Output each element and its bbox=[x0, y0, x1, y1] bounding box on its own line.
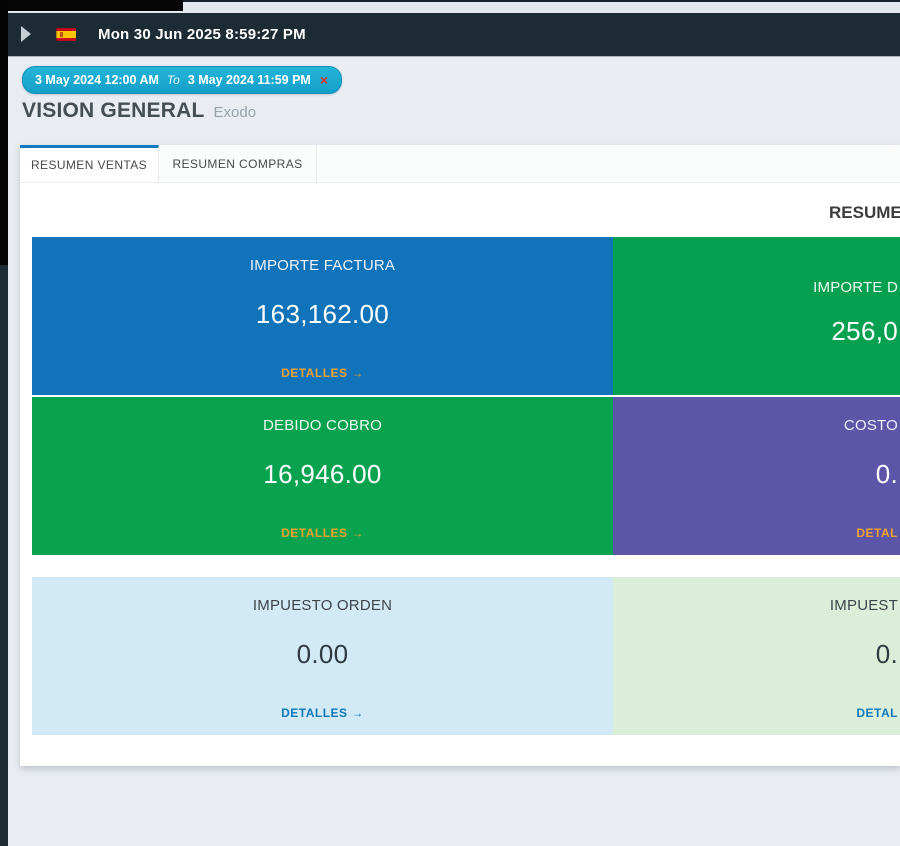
section-heading: RESUMEN bbox=[829, 203, 900, 223]
kpi-title: IMPORTE D bbox=[613, 279, 900, 296]
kpi-title: COSTO bbox=[613, 417, 900, 434]
kpi-title: IMPUESTO ORDEN bbox=[32, 597, 613, 614]
date-range-filter[interactable]: 3 May 2024 12:00 AM To 3 May 2024 11:59 … bbox=[22, 66, 342, 94]
page-subtitle: Exodo bbox=[214, 104, 257, 121]
kpi-value: 16,946.00 bbox=[32, 459, 613, 490]
filter-close-icon[interactable]: × bbox=[320, 73, 328, 87]
tab-resumen-compras[interactable]: RESUMEN COMPRAS bbox=[159, 145, 317, 182]
top-left-black-block bbox=[0, 0, 183, 11]
kpi-card-costo: COSTO 0. DETAL bbox=[613, 397, 900, 555]
kpi-details-link[interactable]: DETALLES → bbox=[32, 526, 613, 540]
navbar-datetime: Mon 30 Jun 2025 8:59:27 PM bbox=[98, 26, 306, 43]
filter-from-date: 3 May 2024 12:00 AM bbox=[35, 73, 159, 87]
kpi-title: IMPORTE FACTURA bbox=[32, 257, 613, 274]
kpi-value: 163,162.00 bbox=[32, 299, 613, 330]
page-header: VISION GENERAL Exodo bbox=[22, 99, 256, 123]
filter-to-label: To bbox=[167, 73, 180, 87]
kpi-value: 256,0 bbox=[613, 316, 900, 347]
kpi-title: DEBIDO COBRO bbox=[32, 417, 613, 434]
kpi-details-link[interactable]: DETALLES → bbox=[32, 366, 613, 380]
screen: Mon 30 Jun 2025 8:59:27 PM 3 May 2024 12… bbox=[0, 0, 900, 846]
kpi-value: 0. bbox=[613, 639, 900, 670]
kpi-title: IMPUEST bbox=[613, 597, 900, 614]
spain-flag-icon[interactable] bbox=[56, 28, 76, 41]
kpi-card-impuesto-orden: IMPUESTO ORDEN 0.00 DETALLES → bbox=[32, 577, 613, 735]
tab-resumen-ventas[interactable]: RESUMEN VENTAS bbox=[20, 145, 159, 182]
kpi-details-link[interactable]: DETAL bbox=[613, 526, 900, 540]
kpi-card-debido-cobro: DEBIDO COBRO 16,946.00 DETALLES → bbox=[32, 397, 613, 555]
kpi-card-impuesto: IMPUEST 0. DETAL bbox=[613, 577, 900, 735]
sidebar-expand-icon[interactable] bbox=[21, 26, 31, 42]
page-title: VISION GENERAL bbox=[22, 99, 205, 122]
left-edge-strip-top bbox=[0, 0, 8, 265]
filter-to-date: 3 May 2024 11:59 PM bbox=[188, 73, 311, 87]
kpi-card-importe-factura: IMPORTE FACTURA 163,162.00 DETALLES → bbox=[32, 237, 613, 395]
tab-bar: RESUMEN VENTAS RESUMEN COMPRAS bbox=[20, 145, 900, 183]
kpi-value: 0.00 bbox=[32, 639, 613, 670]
kpi-card-importe-d: IMPORTE D 256,0 bbox=[613, 237, 900, 395]
kpi-details-link[interactable]: DETAL bbox=[613, 706, 900, 720]
kpi-value: 0. bbox=[613, 459, 900, 490]
top-navbar: Mon 30 Jun 2025 8:59:27 PM bbox=[8, 11, 900, 56]
kpi-details-link[interactable]: DETALLES → bbox=[32, 706, 613, 720]
